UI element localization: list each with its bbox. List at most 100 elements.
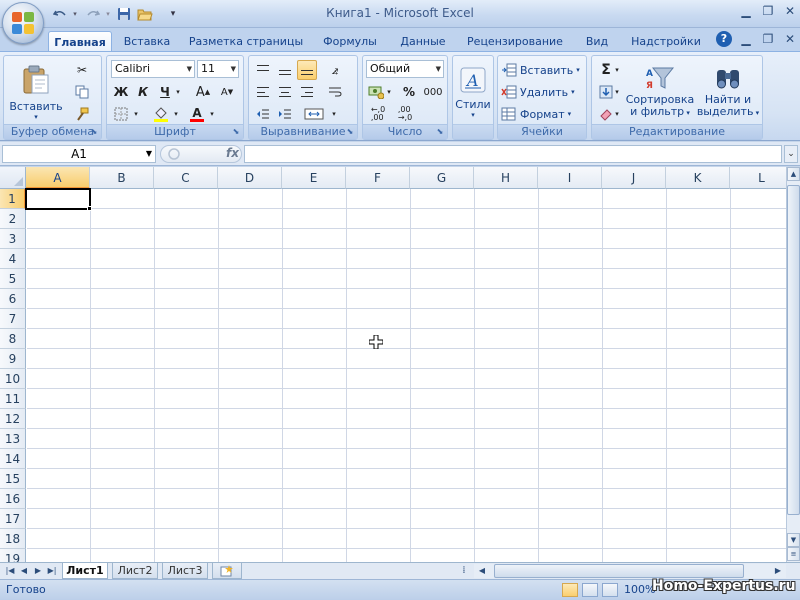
increase-indent-button[interactable] <box>275 104 295 124</box>
align-middle-button[interactable] <box>275 60 295 80</box>
align-bottom-button[interactable] <box>297 60 317 80</box>
styles-button[interactable]: A Стили ▾ <box>455 59 491 125</box>
column-header-c[interactable]: C <box>154 167 218 189</box>
decrease-indent-button[interactable] <box>253 104 273 124</box>
autosum-dropdown[interactable]: ▾ <box>612 60 622 80</box>
column-header-i[interactable]: I <box>538 167 602 189</box>
first-sheet-button[interactable]: |◀ <box>4 564 16 578</box>
row-header-18[interactable]: 18 <box>0 529 26 549</box>
currency-dropdown[interactable]: ▾ <box>384 82 394 102</box>
percent-button[interactable]: % <box>399 82 419 102</box>
horizontal-scrollbar[interactable]: ◀ ▶ <box>474 564 786 578</box>
cut-button[interactable]: ✂ <box>72 60 92 80</box>
page-layout-view-button[interactable] <box>582 583 598 597</box>
increase-decimal-button[interactable]: ←,0,00 <box>366 104 390 124</box>
font-color-button[interactable]: A <box>187 104 207 124</box>
font-launcher-icon[interactable]: ⬊ <box>231 127 241 137</box>
fill-handle[interactable] <box>87 206 92 211</box>
column-header-g[interactable]: G <box>410 167 474 189</box>
scroll-left-button[interactable]: ◀ <box>476 564 488 578</box>
orientation-button[interactable]: ⦨ <box>325 60 345 80</box>
sheet-tab-1[interactable]: Лист1 <box>62 563 108 579</box>
align-center-button[interactable] <box>275 82 295 102</box>
tab-insert[interactable]: Вставка <box>118 31 176 52</box>
insert-function-button[interactable]: fx <box>226 146 239 160</box>
align-left-button[interactable] <box>253 82 273 102</box>
sort-filter-button[interactable]: A Я Сортировка и фильтр ▾ <box>626 58 694 124</box>
column-header-f[interactable]: F <box>346 167 410 189</box>
horizontal-scroll-thumb[interactable] <box>494 564 744 578</box>
normal-view-button[interactable] <box>562 583 578 597</box>
tab-data[interactable]: Данные <box>392 31 454 52</box>
bold-button[interactable]: Ж <box>111 82 131 102</box>
minimize-button[interactable]: ▁ <box>736 3 756 19</box>
active-cell[interactable] <box>25 188 91 210</box>
cells-area[interactable] <box>27 189 786 562</box>
ribbon-close-button[interactable]: ✕ <box>780 31 800 47</box>
number-launcher-icon[interactable]: ⬊ <box>435 127 445 137</box>
column-header-a[interactable]: A <box>26 167 90 189</box>
row-header-1[interactable]: 1 <box>0 189 26 209</box>
format-cells-button[interactable]: Формат ▾ <box>501 104 571 124</box>
underline-dropdown[interactable]: ▾ <box>173 82 183 102</box>
find-select-button[interactable]: Найти и выделить ▾ <box>696 58 760 124</box>
fill-dropdown[interactable]: ▾ <box>612 82 622 102</box>
italic-button[interactable]: К <box>133 82 153 102</box>
ribbon-restore-button[interactable]: ❐ <box>758 31 778 47</box>
scroll-right-button[interactable]: ▶ <box>772 564 784 578</box>
currency-button[interactable] <box>366 82 386 102</box>
row-header-13[interactable]: 13 <box>0 429 26 449</box>
clipboard-launcher-icon[interactable]: ⬊ <box>89 127 99 137</box>
scroll-down-button[interactable]: ▼ <box>787 533 800 547</box>
office-button[interactable] <box>2 2 44 44</box>
insert-cells-button[interactable]: Вставить ▾ <box>501 60 580 80</box>
worksheet-grid[interactable]: ABCDEFGHIJKL 1 2 3 4 5 6 7 8 9 10 11 12 13 14 15 16 17 18… <box>0 167 786 562</box>
underline-button[interactable]: Ч <box>155 82 175 102</box>
grow-font-button[interactable]: A ▲ <box>193 82 213 102</box>
last-sheet-button[interactable]: ▶| <box>46 564 58 578</box>
shrink-font-button[interactable]: A ▼ <box>217 82 237 102</box>
paste-button[interactable]: Вставить ▾ <box>9 59 63 125</box>
align-right-button[interactable] <box>297 82 317 102</box>
row-header-19[interactable]: 19 <box>0 549 26 562</box>
row-header-14[interactable]: 14 <box>0 449 26 469</box>
scroll-up-button[interactable]: ▲ <box>787 167 800 181</box>
ribbon-minimize-button[interactable]: ▁ <box>736 31 756 47</box>
tab-addins[interactable]: Надстройки <box>626 31 706 52</box>
column-header-b[interactable]: B <box>90 167 154 189</box>
borders-button[interactable] <box>111 104 131 124</box>
font-family-select[interactable]: Calibri ▼ <box>111 60 195 78</box>
column-header-e[interactable]: E <box>282 167 346 189</box>
row-header-2[interactable]: 2 <box>0 209 26 229</box>
column-header-l[interactable]: L <box>730 167 786 189</box>
column-header-k[interactable]: K <box>666 167 730 189</box>
next-sheet-button[interactable]: ▶ <box>32 564 44 578</box>
column-header-h[interactable]: H <box>474 167 538 189</box>
row-header-7[interactable]: 7 <box>0 309 26 329</box>
align-top-button[interactable] <box>253 60 273 80</box>
page-break-view-button[interactable] <box>602 583 618 597</box>
select-all-button[interactable] <box>0 167 26 189</box>
fill-color-button[interactable] <box>151 104 171 124</box>
clear-dropdown[interactable]: ▾ <box>612 104 622 124</box>
zoom-level[interactable]: 100% <box>624 583 655 596</box>
font-color-dropdown[interactable]: ▾ <box>207 104 217 124</box>
row-header-9[interactable]: 9 <box>0 349 26 369</box>
row-header-10[interactable]: 10 <box>0 369 26 389</box>
column-header-j[interactable]: J <box>602 167 666 189</box>
tab-page-layout[interactable]: Разметка страницы <box>186 31 306 52</box>
sheet-tab-3[interactable]: Лист3 <box>162 563 208 579</box>
name-box[interactable]: A1 ▼ <box>2 145 156 163</box>
merge-center-button[interactable] <box>301 104 327 124</box>
tab-split-handle[interactable]: ⁞ <box>460 564 468 578</box>
insert-sheet-button[interactable] <box>212 563 242 579</box>
prev-sheet-button[interactable]: ◀ <box>18 564 30 578</box>
row-header-5[interactable]: 5 <box>0 269 26 289</box>
tab-view[interactable]: Вид <box>578 31 616 52</box>
split-box-button[interactable]: ≡ <box>787 547 800 561</box>
delete-cells-button[interactable]: Удалить ▾ <box>501 82 575 102</box>
row-header-11[interactable]: 11 <box>0 389 26 409</box>
decrease-decimal-button[interactable]: ,00 →,0 <box>393 104 417 124</box>
sheet-tab-2[interactable]: Лист2 <box>112 563 158 579</box>
formula-input[interactable] <box>244 145 782 163</box>
